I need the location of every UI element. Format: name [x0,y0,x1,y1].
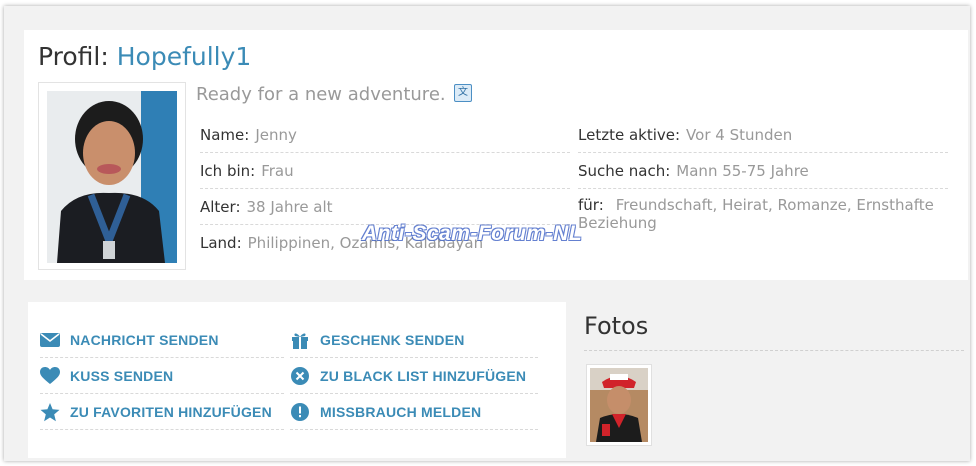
watermark: Anti-Scam-Forum-NL [362,222,583,245]
field-value: Jenny [255,126,297,144]
username: Hopefully1 [116,42,252,71]
photos-title: Fotos [584,312,649,340]
photo-thumbnail[interactable] [586,364,652,446]
photo-image[interactable] [590,368,648,442]
send-gift-button[interactable]: GESCHENK SENDEN [290,322,538,358]
field-label: Alter: [200,198,241,216]
field-label: Ich bin: [200,162,256,180]
add-blacklist-button[interactable]: ZU BLACK LIST HINZUFÜGEN [290,358,538,394]
heart-icon [40,367,60,385]
field-label: Letzte aktive: [578,126,681,144]
field-name: Name: Jenny [200,118,570,153]
field-value: Frau [261,162,294,180]
title-prefix: Profil: [38,42,109,71]
action-label: MISSBRAUCH MELDEN [320,404,482,420]
field-label: Suche nach: [578,162,671,180]
avatar[interactable] [47,91,177,263]
field-value: Vor 4 Stunden [686,126,793,144]
photos-divider [584,350,964,351]
block-icon [290,367,310,385]
actions-card: NACHRICHT SENDEN KUSS SENDEN ZU FAVORITE… [28,302,566,458]
photos-section: Fotos [584,302,968,458]
action-label: NACHRICHT SENDEN [70,332,219,348]
avatar-frame[interactable] [38,82,186,270]
send-kiss-button[interactable]: KUSS SENDEN [40,358,284,394]
field-label: für: [578,196,604,214]
add-favorite-button[interactable]: ZU FAVORITEN HINZUFÜGEN [40,394,284,430]
action-label: KUSS SENDEN [70,368,174,384]
field-age: Alter: 38 Jahre alt [200,190,570,225]
field-purpose: für: Freundschaft, Heirat, Romanze, Ernst… [578,190,948,234]
field-value: 38 Jahre alt [246,198,333,216]
envelope-icon [40,331,60,349]
field-gender: Ich bin: Frau [200,154,570,189]
star-icon [40,402,60,421]
send-message-button[interactable]: NACHRICHT SENDEN [40,322,284,358]
action-label: ZU BLACK LIST HINZUFÜGEN [320,368,527,384]
field-label: Land: [200,234,242,252]
photo-graphic [590,368,648,442]
field-last-active: Letzte aktive: Vor 4 Stunden [578,118,948,153]
alert-icon [290,403,310,421]
translate-icon[interactable]: 文 [454,84,472,102]
field-looking-for: Suche nach: Mann 55-75 Jahre [578,154,948,189]
action-label: ZU FAVORITEN HINZUFÜGEN [70,404,272,420]
field-value: Freundschaft, Heirat, Romanze, Ernsthaft… [578,196,934,232]
report-abuse-button[interactable]: MISSBRAUCH MELDEN [290,394,538,430]
profile-tagline: Ready for a new adventure. [196,84,446,105]
field-label: Name: [200,126,250,144]
gift-icon [290,331,310,349]
avatar-photo [47,91,177,263]
action-label: GESCHENK SENDEN [320,332,465,348]
page-title: Profil: Hopefully1 [38,42,251,71]
field-value: Mann 55-75 Jahre [676,162,809,180]
